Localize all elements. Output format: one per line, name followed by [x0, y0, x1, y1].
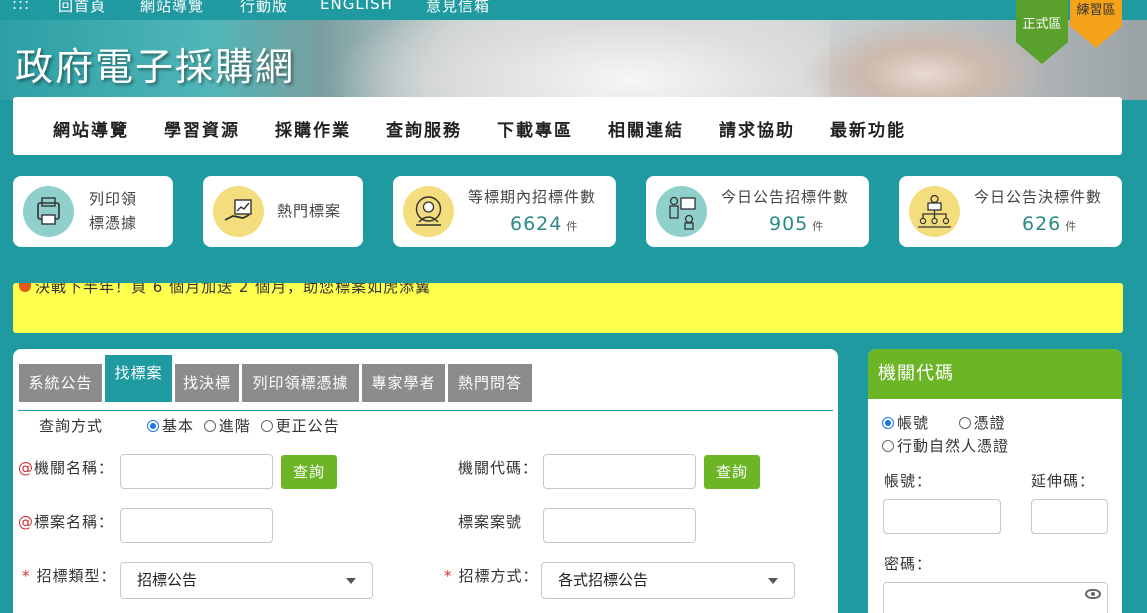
card-print-receipt[interactable]: 列印領 標憑據 — [13, 176, 173, 247]
nav-item-sitemap[interactable]: 網站導覽 — [53, 116, 129, 141]
tab-system-notice[interactable]: 系統公告 — [19, 364, 102, 402]
radio-mobile-certificate-label: 行動自然人憑證 — [897, 437, 1010, 455]
announcement-marquee[interactable]: 決戰下半年！頁 6 個月加送 2 個月，助您標案如虎添翼 — [13, 283, 1123, 333]
ribbon-tip — [1070, 26, 1122, 48]
tab-find-award[interactable]: 找決標 — [175, 364, 239, 402]
tab-find-tender[interactable]: 找標案 — [105, 355, 172, 402]
worker-icon — [403, 186, 454, 237]
nav-item-query[interactable]: 查詢服務 — [386, 116, 462, 141]
agency-name-label: @機關名稱： — [18, 459, 115, 477]
main-nav: 網站導覽 學習資源 採購作業 查詢服務 下載專區 相關連結 請求協助 最新功能 — [13, 97, 1122, 155]
official-zone-label: 正式區 — [1016, 0, 1068, 42]
card-hot-label: 熱門標案 — [277, 202, 342, 220]
radio-account[interactable] — [882, 417, 894, 429]
query-mode-label: 查詢方式 — [39, 417, 104, 435]
agency-name-query-button[interactable]: 查詢 — [281, 455, 337, 489]
card-waiting-period[interactable]: 等標期內招標件數 6624 件 — [393, 176, 616, 247]
tender-number-label: 標案案號 — [458, 513, 523, 531]
agency-name-input[interactable] — [120, 454, 273, 489]
sitemap-link[interactable]: 網站導覽 — [140, 0, 204, 16]
card-today-awards[interactable]: 今日公告決標件數 626 件 — [899, 176, 1122, 247]
radio-certificate[interactable] — [958, 417, 971, 429]
account-label: 帳號： — [884, 472, 933, 490]
tender-method-select[interactable]: 各式招標公告 — [541, 562, 795, 599]
radio-certificate-label: 憑證 — [973, 414, 1006, 432]
tender-type-value: 招標公告 — [137, 571, 198, 589]
tender-name-label: @標案名稱： — [18, 513, 115, 531]
nav-item-learning[interactable]: 學習資源 — [164, 116, 240, 141]
announcement-text[interactable]: 決戰下半年！頁 6 個月加送 2 個月，助您標案如虎添翼 — [35, 283, 431, 297]
radio-account-label: 帳號 — [897, 414, 930, 432]
chevron-down-icon — [346, 578, 356, 584]
card-print-line1: 列印領 — [89, 190, 138, 208]
printer-icon — [23, 186, 74, 237]
site-title[interactable]: 政府電子採購網 — [15, 36, 295, 91]
card-today-tenders[interactable]: 今日公告招標件數 905 件 — [646, 176, 869, 247]
feedback-link[interactable]: 意見信箱 — [426, 0, 490, 16]
radio-mobile-certificate[interactable] — [882, 440, 894, 452]
official-zone-ribbon[interactable]: 正式區 — [1016, 0, 1068, 64]
card-hot-tenders[interactable]: 熱門標案 — [203, 176, 363, 247]
login-panel-title: 機關代碼 — [868, 349, 1122, 399]
card-waiting-label: 等標期內招標件數 — [468, 188, 597, 206]
extension-label: 延伸碼： — [1031, 472, 1096, 490]
chevron-down-icon — [768, 578, 778, 584]
nav-item-procurement[interactable]: 採購作業 — [275, 116, 351, 141]
announcement-icon — [19, 283, 31, 292]
site-banner: 政府電子採購網 — [0, 20, 1147, 100]
radio-correction-label: 更正公告 — [275, 417, 340, 435]
tender-number-input[interactable] — [543, 508, 696, 543]
query-mode-options: 基本 進階 更正公告 — [147, 415, 344, 436]
tender-type-select[interactable]: 招標公告 — [120, 562, 373, 599]
card-waiting-count: 6624 件 — [510, 213, 579, 235]
tender-method-value: 各式招標公告 — [558, 571, 649, 589]
tender-name-input[interactable] — [120, 508, 273, 543]
banner-decoration — [800, 20, 1050, 100]
top-utility-bar: ::: 回首頁 網站導覽 行動版 ENGLISH 意見信箱 — [0, 0, 1147, 20]
account-input[interactable] — [883, 499, 1001, 534]
radio-basic[interactable] — [147, 420, 159, 432]
login-options-row1: 帳號 憑證 — [882, 412, 1010, 433]
tab-experts[interactable]: 專家學者 — [362, 364, 445, 402]
radio-correction[interactable] — [260, 420, 273, 432]
home-link[interactable]: 回首頁 — [58, 0, 106, 16]
menu-icon[interactable]: ::: — [12, 0, 30, 13]
mobile-link[interactable]: 行動版 — [240, 0, 288, 16]
extension-input[interactable] — [1031, 499, 1108, 534]
hand-chart-icon — [213, 186, 264, 237]
tab-divider — [18, 410, 833, 411]
radio-advanced-label: 進階 — [218, 417, 251, 435]
nav-item-download[interactable]: 下載專區 — [497, 116, 573, 141]
card-today-tenders-count: 905 件 — [769, 213, 825, 235]
search-panel: 系統公告 找標案 找決標 列印領標憑據 專家學者 熱門問答 查詢方式 基本 進階… — [13, 349, 838, 613]
tender-type-label: * 招標類型： — [22, 567, 117, 585]
tender-method-label: * 招標方式： — [444, 567, 539, 585]
nav-item-new[interactable]: 最新功能 — [830, 116, 906, 141]
card-print-line2: 標憑據 — [89, 214, 138, 232]
login-options-row2: 行動自然人憑證 — [882, 435, 1013, 456]
banner-decoration — [330, 20, 830, 100]
english-link[interactable]: ENGLISH — [320, 0, 393, 13]
presenter-icon — [656, 186, 707, 237]
ribbon-tip — [1016, 42, 1068, 64]
agency-code-input[interactable] — [543, 454, 696, 489]
agency-code-label: 機關代碼： — [458, 459, 539, 477]
radio-basic-label: 基本 — [162, 417, 195, 435]
card-today-awards-count: 626 件 — [1022, 213, 1078, 235]
radio-advanced[interactable] — [203, 420, 216, 432]
tab-faq[interactable]: 熱門問答 — [448, 364, 532, 402]
agency-code-query-button[interactable]: 查詢 — [704, 455, 760, 489]
agency-login-panel: 機關代碼 帳號 憑證 行動自然人憑證 帳號： 延伸碼： 密碼： — [868, 349, 1122, 613]
password-input[interactable] — [883, 582, 1108, 613]
practice-zone-label: 練習區 — [1070, 0, 1122, 26]
practice-zone-ribbon[interactable]: 練習區 — [1070, 0, 1122, 48]
card-today-tenders-label: 今日公告招標件數 — [721, 188, 850, 206]
nav-item-links[interactable]: 相關連結 — [608, 116, 684, 141]
card-today-awards-label: 今日公告決標件數 — [974, 188, 1103, 206]
eye-icon[interactable] — [1085, 589, 1101, 599]
org-chart-icon — [909, 186, 960, 237]
tab-print-receipt[interactable]: 列印領標憑據 — [242, 364, 359, 402]
nav-item-help[interactable]: 請求協助 — [719, 116, 795, 141]
password-label: 密碼： — [884, 555, 933, 573]
